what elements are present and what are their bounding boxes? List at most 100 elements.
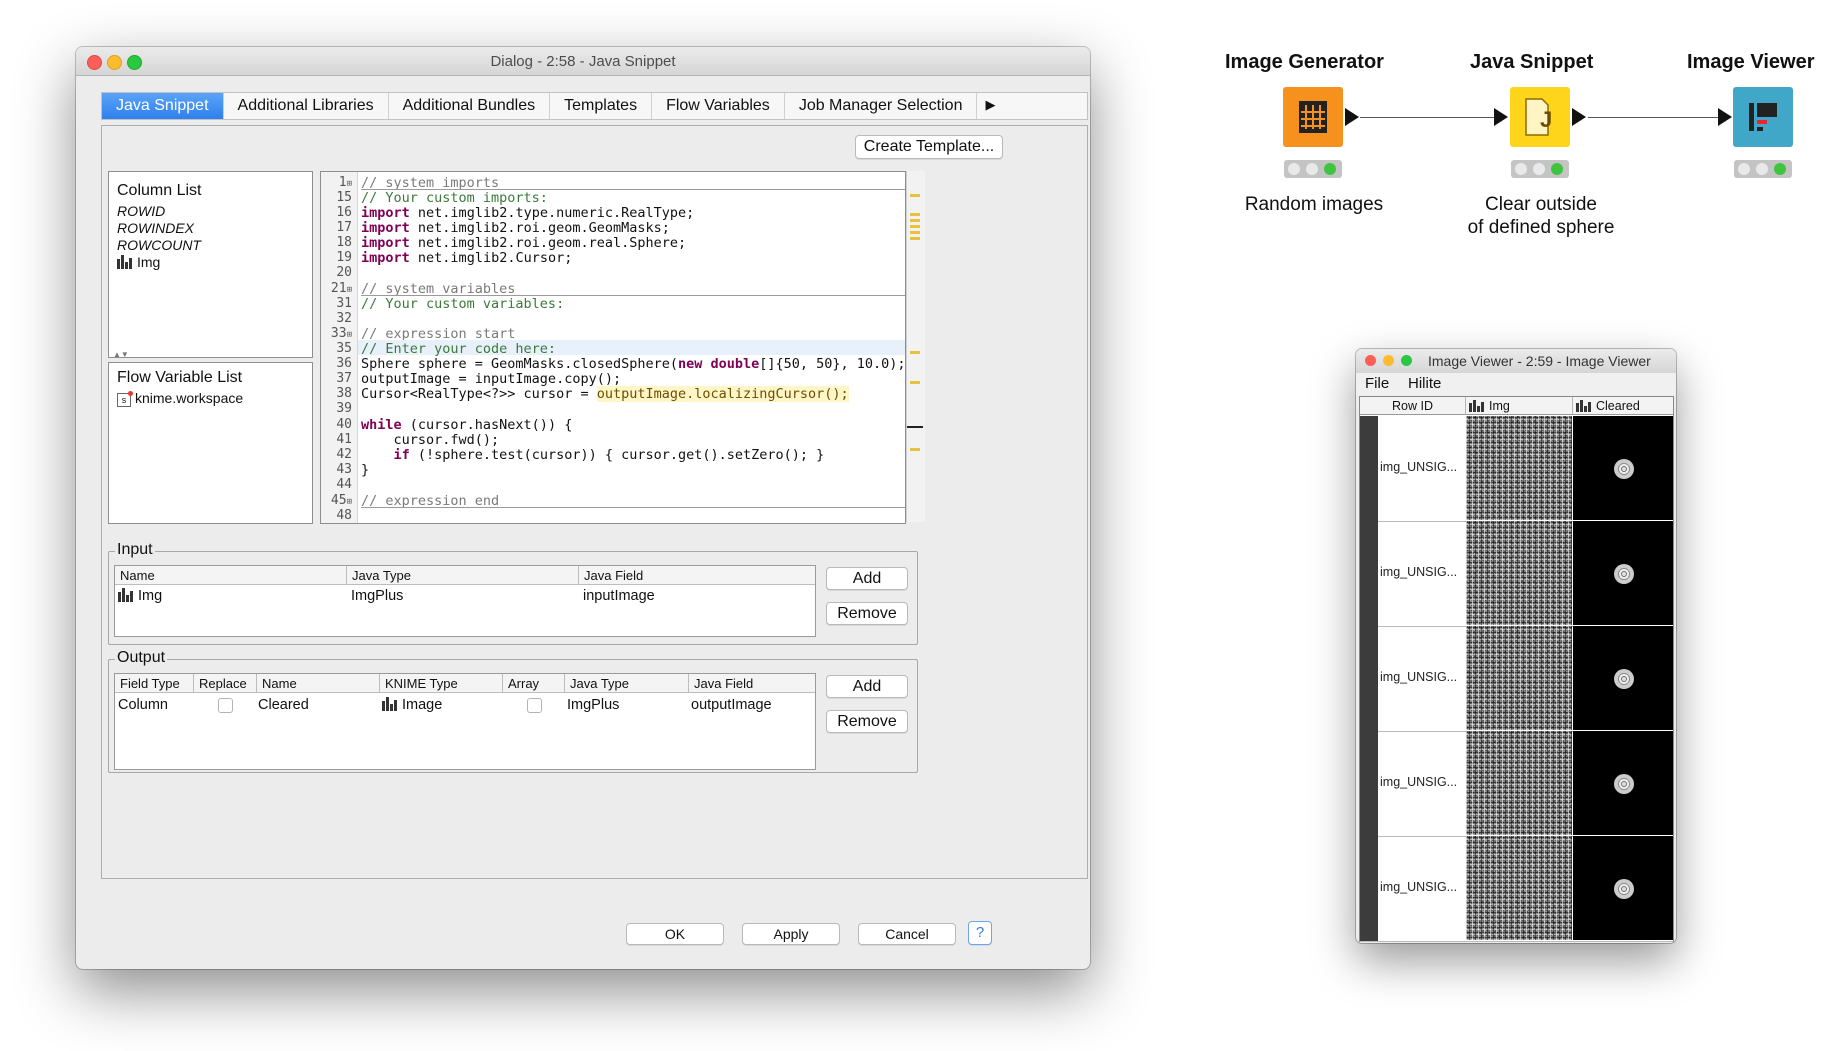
connection-line (1588, 117, 1718, 118)
close-window-button[interactable] (1365, 355, 1376, 366)
input-group: Input Name Java Type Java Field Img ImgP… (108, 541, 918, 645)
column-item-rowindex[interactable]: ROWINDEX (117, 220, 194, 236)
column-header[interactable]: Array (503, 674, 565, 693)
create-template-button[interactable]: Create Template... (855, 135, 1003, 159)
help-icon[interactable]: ? (968, 921, 992, 945)
tab-additional-libraries[interactable]: Additional Libraries (224, 93, 389, 119)
tabs-scroll-right-icon[interactable]: ▶ (977, 93, 1003, 119)
code-line: Cursor<RealType<?>> cursor = outputImage… (361, 386, 849, 402)
viewer-title: Image Viewer - 2:59 - Image Viewer (1428, 353, 1651, 369)
image-column-icon (1469, 398, 1485, 412)
column-item-img[interactable]: Img (117, 254, 160, 270)
input-row-java-type[interactable]: ImgPlus (351, 588, 403, 604)
zoom-window-button[interactable] (1401, 355, 1412, 366)
splitter-arrows-icon[interactable]: ▲▼ (113, 350, 129, 359)
image-column-icon (117, 255, 133, 269)
image-column-icon (382, 697, 398, 711)
flow-variable-item[interactable]: s knime.workspace (117, 390, 243, 407)
cleared-image-thumbnail (1573, 626, 1673, 730)
tab-java-snippet[interactable]: Java Snippet (102, 93, 224, 119)
input-add-button[interactable]: Add (826, 567, 908, 590)
column-header[interactable]: Replace (194, 674, 257, 693)
cleared-image-thumbnail (1573, 731, 1673, 835)
output-remove-button[interactable]: Remove (826, 710, 908, 733)
column-header[interactable]: Name (115, 566, 347, 585)
image-viewer-node[interactable] (1733, 87, 1793, 147)
table-row[interactable]: img_UNSIG... (1360, 836, 1673, 942)
column-header[interactable]: Java Field (689, 674, 815, 693)
menu-hilite[interactable]: Hilite (1408, 375, 1441, 392)
table-row[interactable]: img_UNSIG... (1360, 416, 1673, 522)
line-number: 41 (336, 432, 352, 447)
minimize-window-button[interactable] (1383, 355, 1394, 366)
column-header[interactable]: Java Field (579, 566, 815, 585)
output-row-field-type[interactable]: Column (118, 697, 168, 713)
line-number: 43 (336, 462, 352, 477)
output-row-java-field[interactable]: outputImage (691, 697, 772, 713)
column-item-rowid[interactable]: ROWID (117, 203, 165, 219)
input-row-name[interactable]: Img (118, 588, 162, 604)
code-line: import net.imglib2.roi.geom.GeomMasks; (361, 220, 670, 236)
cleared-image-thumbnail (1573, 836, 1673, 940)
column-header-cleared[interactable]: Cleared (1573, 397, 1673, 415)
input-row-java-field[interactable]: inputImage (583, 588, 655, 604)
array-checkbox[interactable] (527, 698, 542, 713)
column-header[interactable]: Field Type (115, 674, 194, 693)
cancel-button[interactable]: Cancel (858, 923, 956, 945)
input-port[interactable] (1718, 108, 1732, 126)
java-snippet-node[interactable]: J (1510, 87, 1570, 147)
output-fields-table[interactable]: Field Type Replace Name KNIME Type Array… (114, 673, 816, 770)
column-header-img[interactable]: Img (1466, 397, 1573, 415)
image-generator-node[interactable] (1283, 87, 1343, 147)
column-header[interactable]: KNIME Type (380, 674, 503, 693)
editor-marker-bar[interactable] (906, 171, 925, 522)
random-image-thumbnail (1466, 521, 1572, 625)
table-row[interactable]: img_UNSIG... (1360, 731, 1673, 837)
column-header[interactable]: Name (257, 674, 380, 693)
apply-button[interactable]: Apply (742, 923, 840, 945)
output-add-button[interactable]: Add (826, 675, 908, 698)
input-remove-button[interactable]: Remove (826, 602, 908, 625)
output-row-knime-type[interactable]: Image (382, 697, 442, 713)
tab-additional-bundles[interactable]: Additional Bundles (389, 93, 551, 119)
table-row[interactable]: img_UNSIG... (1360, 626, 1673, 732)
random-image-thumbnail (1466, 416, 1572, 520)
dialog-titlebar: Dialog - 2:58 - Java Snippet (76, 47, 1090, 76)
java-snippet-dialog: Dialog - 2:58 - Java Snippet Java Snippe… (76, 47, 1090, 969)
tab-job-manager-selection[interactable]: Job Manager Selection (785, 93, 978, 119)
input-fields-table[interactable]: Name Java Type Java Field Img ImgPlus in… (114, 565, 816, 637)
output-row-name[interactable]: Cleared (258, 697, 309, 713)
line-number: 45⊞ (330, 493, 352, 508)
tab-flow-variables[interactable]: Flow Variables (652, 93, 785, 119)
column-header[interactable]: Java Type (347, 566, 579, 585)
replace-checkbox[interactable] (218, 698, 233, 713)
column-item-rowcount[interactable]: ROWCOUNT (117, 237, 201, 253)
row-id: img_UNSIG... (1380, 775, 1458, 789)
image-column-icon (118, 588, 134, 602)
column-list-pane: Column List ROWID ROWINDEX ROWCOUNT Img … (108, 171, 313, 359)
column-header[interactable]: Java Type (565, 674, 689, 693)
input-port[interactable] (1494, 108, 1508, 126)
image-table[interactable]: Row ID Img Cleared img_UNSIG... img_UNSI… (1359, 396, 1674, 942)
node-status-indicator (1284, 160, 1342, 178)
table-row[interactable]: img_UNSIG... (1360, 521, 1673, 627)
output-row-java-type[interactable]: ImgPlus (567, 697, 619, 713)
tab-templates[interactable]: Templates (550, 93, 653, 119)
row-id: img_UNSIG... (1380, 565, 1458, 579)
line-number: 39 (336, 401, 352, 416)
line-number: 21⊞ (330, 281, 352, 296)
ok-button[interactable]: OK (626, 923, 724, 945)
output-port[interactable] (1345, 108, 1359, 126)
line-number: 16 (336, 205, 352, 220)
viewer-menubar: File Hilite (1356, 373, 1676, 395)
menu-file[interactable]: File (1365, 375, 1389, 392)
code-editor[interactable]: 1⊞ // system imports 15 // Your custom i… (320, 171, 906, 524)
output-port[interactable] (1572, 108, 1586, 126)
code-line: if (!sphere.test(cursor)) { cursor.get()… (393, 447, 825, 463)
line-number: 1⊞ (338, 175, 352, 190)
column-header-row-id[interactable]: Row ID (1360, 397, 1466, 415)
line-number: 37 (336, 371, 352, 386)
cleared-image-thumbnail (1573, 416, 1673, 520)
connection-line (1360, 117, 1494, 118)
line-number: 38 (336, 386, 352, 401)
